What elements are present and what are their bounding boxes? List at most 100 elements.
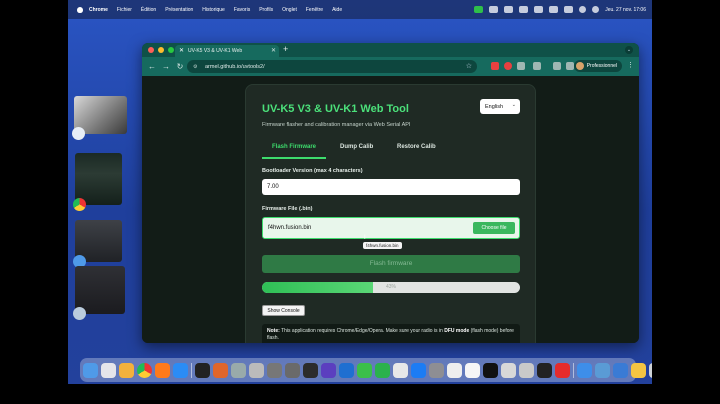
terminal-dock-icon[interactable]	[195, 362, 210, 378]
safari-dock-icon[interactable]	[173, 362, 188, 378]
calendar-dock-icon[interactable]	[393, 362, 408, 378]
tab-dump-calib[interactable]: Dump Calib	[340, 144, 373, 150]
trash-dock-icon[interactable]	[649, 362, 652, 378]
address-bar[interactable]: ⚙ armel.github.io/uvtools2/ ☆	[187, 60, 477, 73]
status-icon-1[interactable]	[489, 6, 499, 13]
tab-flash-firmware[interactable]: Flash Firmware	[262, 144, 326, 159]
app-dock-icon-3[interactable]	[249, 362, 264, 378]
settings-dock-icon[interactable]	[429, 362, 444, 378]
download-icon[interactable]	[553, 62, 561, 70]
dock-separator	[573, 362, 574, 378]
firmware-file-input[interactable]: f4hwn.fusion.bin Choose file	[262, 217, 520, 239]
status-icon-6[interactable]	[564, 6, 574, 13]
menu-profils[interactable]: Profils	[259, 7, 273, 13]
app-dock-icon-10[interactable]	[537, 362, 552, 378]
finder-dock-icon[interactable]	[83, 362, 98, 378]
site-info-icon[interactable]: ⚙	[193, 64, 199, 70]
menu-fenetre[interactable]: Fenêtre	[306, 7, 323, 13]
stage-thumb-app[interactable]	[73, 266, 125, 320]
app-dock-icon-11[interactable]	[555, 362, 570, 378]
app-dock-icon-8[interactable]	[501, 362, 516, 378]
profile-button[interactable]: Professionnel	[573, 60, 622, 72]
note-box: Note: This application requires Chrome/E…	[262, 324, 520, 343]
browser-tab[interactable]: ✕ UV-K5 V3 & UV-K1 Web ✕	[175, 45, 279, 57]
new-tab-button[interactable]: +	[283, 44, 288, 54]
status-icon-2[interactable]	[504, 6, 514, 13]
messages-dock-icon[interactable]	[357, 362, 372, 378]
menu-presentation[interactable]: Présentation	[165, 7, 193, 13]
tab-restore-calib[interactable]: Restore Calib	[397, 144, 436, 150]
reload-button[interactable]: ↻	[176, 62, 184, 71]
bookmark-star-icon[interactable]: ☆	[466, 62, 472, 70]
app-dock-icon-12[interactable]	[595, 362, 610, 378]
stage-thumb-chrome[interactable]	[73, 153, 122, 211]
file-name: f4hwn.fusion.bin	[268, 225, 312, 231]
apple-tv-dock-icon[interactable]	[483, 362, 498, 378]
vscode-dock-icon[interactable]	[339, 362, 354, 378]
firefox-dock-icon[interactable]	[155, 362, 170, 378]
flash-firmware-button[interactable]: Flash firmware	[262, 255, 520, 273]
status-icon-5[interactable]	[549, 6, 559, 13]
wifi-icon[interactable]	[579, 6, 587, 13]
menu-edition[interactable]: Édition	[141, 7, 156, 13]
chrome-dock-icon[interactable]	[137, 362, 152, 378]
profile-label: Professionnel	[586, 63, 617, 69]
stage-thumb-finder[interactable]	[73, 220, 122, 268]
bootloader-version-input[interactable]: 7.00	[262, 179, 520, 195]
finder-badge-icon	[72, 127, 85, 140]
extension-icon-1[interactable]	[491, 62, 499, 70]
app-dock-icon-9[interactable]	[519, 362, 534, 378]
app-store-dock-icon[interactable]	[411, 362, 426, 378]
preview-dock-icon[interactable]	[447, 362, 462, 378]
menu-onglet[interactable]: Onglet	[282, 7, 297, 13]
menu-fichier[interactable]: Fichier	[117, 7, 132, 13]
file-tooltip: f4hwn.fusion.bin	[363, 242, 402, 249]
downloads-dock-icon[interactable]	[577, 362, 592, 378]
tab-title: UV-K5 V3 & UV-K1 Web	[188, 48, 243, 54]
desktop: Chrome Fichier Édition Présentation Hist…	[68, 0, 652, 384]
app-dock-icon-7[interactable]	[465, 362, 480, 378]
extension-icon-2[interactable]	[504, 62, 512, 70]
app-dock-icon-2[interactable]	[231, 362, 246, 378]
apple-icon[interactable]	[77, 6, 83, 13]
choose-file-button[interactable]: Choose file	[473, 222, 515, 234]
facetime-status-icon[interactable]	[474, 6, 484, 13]
page-title: UV-K5 V3 & UV-K1 Web Tool	[262, 103, 409, 115]
back-button[interactable]: ←	[148, 62, 156, 71]
language-select[interactable]: English ⌄	[480, 99, 520, 114]
status-icon-3[interactable]	[519, 6, 529, 13]
launchpad-dock-icon[interactable]	[101, 362, 116, 378]
menubar-clock[interactable]: Jeu. 27 nov. 17:06	[605, 7, 646, 13]
app-dock-icon-6[interactable]	[321, 362, 336, 378]
close-window-button[interactable]	[148, 47, 154, 53]
github-dock-icon[interactable]	[303, 362, 318, 378]
forward-button[interactable]: →	[162, 62, 170, 71]
sublime-dock-icon[interactable]	[213, 362, 228, 378]
close-tab-icon[interactable]: ✕	[271, 47, 276, 54]
side-panel-icon[interactable]	[566, 62, 574, 70]
app-dock-icon-1[interactable]	[119, 362, 134, 378]
menu-aide[interactable]: Aide	[332, 7, 342, 13]
minimize-window-button[interactable]	[158, 47, 164, 53]
menu-app-name[interactable]: Chrome	[89, 7, 108, 13]
notes-dock-icon[interactable]	[631, 362, 646, 378]
zoom-window-button[interactable]	[168, 47, 174, 53]
menu-historique[interactable]: Historique	[202, 7, 225, 13]
control-center-icon[interactable]	[592, 6, 600, 13]
facetime-dock-icon[interactable]	[375, 362, 390, 378]
menu-favoris[interactable]: Favoris	[234, 7, 250, 13]
docker-dock-icon[interactable]	[613, 362, 628, 378]
status-icon-4[interactable]	[534, 6, 544, 13]
app-dock-icon-4[interactable]	[267, 362, 282, 378]
note-dfu: DFU mode	[444, 328, 470, 334]
extension-icon-3[interactable]	[517, 62, 525, 70]
stage-thumb-video[interactable]	[72, 96, 127, 140]
kebab-icon[interactable]: ⋮	[627, 61, 634, 69]
progress-bar: 43%	[262, 282, 520, 293]
tab-search-button[interactable]: ⌄	[625, 46, 633, 54]
firmware-file-label: Firmware File (.bin)	[262, 206, 313, 212]
extensions-puzzle-icon[interactable]	[533, 62, 541, 70]
tool-card: UV-K5 V3 & UV-K1 Web Tool Firmware flash…	[245, 84, 536, 343]
app-dock-icon-5[interactable]	[285, 362, 300, 378]
show-console-button[interactable]: Show Console	[262, 305, 305, 316]
